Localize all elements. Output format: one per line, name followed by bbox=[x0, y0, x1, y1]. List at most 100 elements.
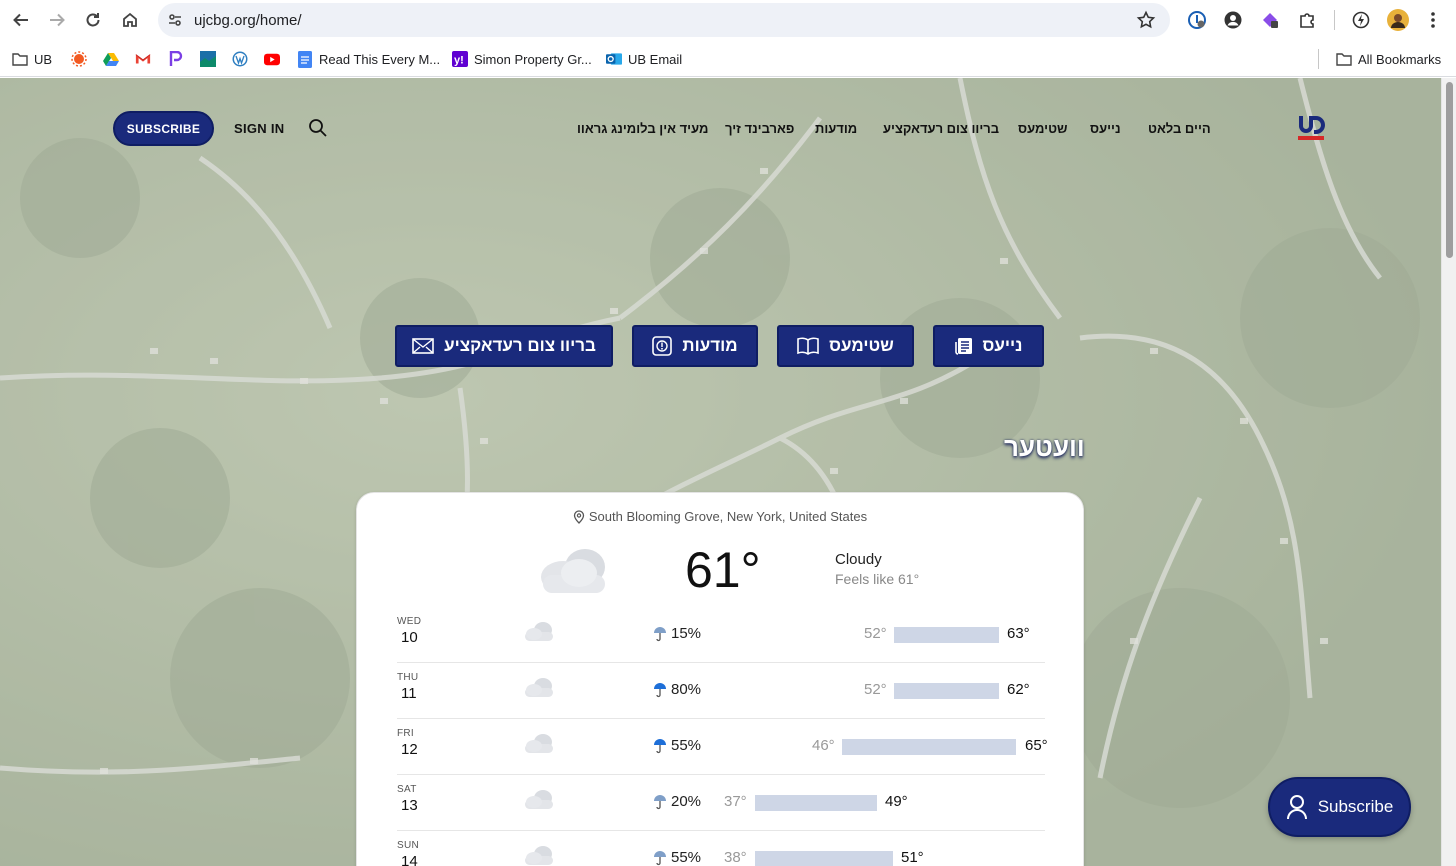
reload-icon bbox=[86, 13, 100, 27]
site-logo[interactable] bbox=[1296, 112, 1326, 142]
cloud-icon bbox=[525, 622, 553, 641]
news-button[interactable]: נייעס bbox=[933, 325, 1044, 367]
bookmark-ub-email[interactable]: UB Email bbox=[606, 50, 682, 68]
cta-label: שטימעס bbox=[829, 336, 894, 355]
nav-item-contact[interactable]: פארבינד זיך bbox=[725, 121, 794, 136]
bookmark-ub-folder[interactable]: UB bbox=[12, 50, 52, 68]
letter-to-editor-button[interactable]: בריוו צום רעדאקציע bbox=[395, 325, 613, 367]
current-temperature: 61° bbox=[685, 542, 761, 598]
temperature-range-bar bbox=[894, 683, 999, 699]
search-icon[interactable] bbox=[308, 118, 328, 143]
subscribe-button[interactable]: SUBSCRIBE bbox=[113, 111, 214, 146]
bookmark-youtube[interactable] bbox=[264, 50, 280, 68]
bookmark-label: UB Email bbox=[628, 51, 683, 67]
low-temperature: 52° bbox=[864, 681, 887, 698]
forecast-row: SUN 14 55% 38° 51° bbox=[397, 831, 1045, 866]
address-bar[interactable]: ujcbg.org/home/ bbox=[158, 3, 1170, 37]
ads-button[interactable]: מודעות bbox=[632, 325, 758, 367]
forecast-row: WED 10 15% 52° 63° bbox=[397, 607, 1045, 663]
arrow-right-icon bbox=[50, 13, 65, 27]
svg-text:y!: y! bbox=[454, 55, 464, 67]
temperature-range-bar bbox=[842, 739, 1016, 755]
back-button[interactable] bbox=[8, 7, 34, 33]
arrow-left-icon bbox=[13, 13, 28, 27]
precipitation-chance: 55% bbox=[671, 849, 702, 866]
bookmark-read-this[interactable]: Read This Every M... bbox=[297, 50, 440, 68]
cloud-icon bbox=[525, 790, 553, 809]
sun-app-icon bbox=[71, 51, 87, 67]
forecast-day-number: 14 bbox=[401, 853, 418, 866]
cta-label: נייעס bbox=[982, 336, 1023, 355]
scrollbar-thumb[interactable] bbox=[1446, 82, 1453, 258]
profile-avatar[interactable] bbox=[1386, 8, 1410, 32]
gmail-icon bbox=[135, 51, 151, 67]
weather-heading: וועטער bbox=[1004, 432, 1085, 462]
forward-button[interactable] bbox=[44, 7, 70, 33]
temperature-range-bar bbox=[894, 627, 999, 643]
newspaper-icon bbox=[954, 338, 972, 355]
bookmark-p-app[interactable] bbox=[168, 50, 184, 68]
open-book-icon bbox=[797, 337, 819, 355]
url-text[interactable]: ujcbg.org/home/ bbox=[194, 12, 302, 29]
sign-in-link[interactable]: SIGN IN bbox=[234, 121, 285, 136]
outlook-icon bbox=[606, 51, 622, 67]
forecast-row: THU 11 80% 52° 62° bbox=[397, 663, 1045, 719]
floating-subscribe-button[interactable]: Subscribe bbox=[1268, 777, 1411, 837]
reload-button[interactable] bbox=[80, 7, 106, 33]
bookmark-sun-app[interactable] bbox=[71, 50, 87, 68]
page-scrollbar[interactable] bbox=[1441, 78, 1456, 866]
bookmark-simon-property[interactable]: y! Simon Property Gr... bbox=[452, 50, 592, 68]
cloud-icon bbox=[525, 846, 553, 865]
nav-item-news[interactable]: נייעס bbox=[1090, 121, 1121, 136]
nav-item-voices[interactable]: שטימעס bbox=[1018, 121, 1068, 136]
bookmarks-bar: UB Read This Every M... y! Simon Propert… bbox=[0, 40, 1456, 77]
google-drive-icon bbox=[103, 51, 119, 67]
bookmark-landscape-app[interactable] bbox=[200, 50, 216, 68]
umbrella-icon bbox=[654, 627, 666, 642]
youtube-icon bbox=[264, 51, 280, 67]
nav-item-letter[interactable]: בריוו צום רעדאקציע bbox=[883, 121, 999, 136]
nav-item-home[interactable]: היים בלאט bbox=[1148, 121, 1211, 136]
bookmarks-separator bbox=[1318, 49, 1319, 69]
extension-purple-icon[interactable] bbox=[1258, 8, 1282, 32]
extensions-puzzle-icon[interactable] bbox=[1295, 8, 1319, 32]
nav-item-ads[interactable]: מודעות bbox=[815, 121, 857, 136]
all-bookmarks-button[interactable]: All Bookmarks bbox=[1336, 50, 1441, 68]
extension-avatar-icon[interactable] bbox=[1221, 8, 1245, 32]
forecast-day-of-week: FRI bbox=[397, 728, 415, 739]
page-viewport: SUBSCRIBE SIGN IN מעיד אין בלומינג גראוו… bbox=[0, 78, 1441, 866]
site-settings-icon[interactable] bbox=[166, 11, 184, 34]
low-temperature: 37° bbox=[724, 793, 747, 810]
bookmark-google-drive[interactable] bbox=[103, 50, 119, 68]
location-text: South Blooming Grove, New York, United S… bbox=[588, 509, 868, 524]
voices-button[interactable]: שטימעס bbox=[777, 325, 914, 367]
weather-location: South Blooming Grove, New York, United S… bbox=[357, 509, 1083, 524]
home-icon bbox=[123, 12, 137, 27]
precipitation-chance: 55% bbox=[671, 737, 702, 754]
bookmark-star-icon[interactable] bbox=[1136, 10, 1156, 35]
toolbar-separator bbox=[1334, 10, 1335, 30]
bookmark-label: Simon Property Gr... bbox=[474, 51, 592, 67]
high-temperature: 49° bbox=[885, 793, 908, 810]
forecast-day-of-week: THU bbox=[397, 672, 419, 683]
browser-toolbar: ujcbg.org/home/ bbox=[0, 0, 1456, 40]
precipitation-chance: 15% bbox=[671, 625, 702, 642]
all-bookmarks-label: All Bookmarks bbox=[1358, 51, 1442, 67]
p-app-icon bbox=[168, 51, 184, 67]
bookmark-gmail[interactable] bbox=[135, 50, 151, 68]
weather-widget: South Blooming Grove, New York, United S… bbox=[356, 492, 1084, 866]
browser-menu-icon[interactable] bbox=[1421, 8, 1445, 32]
high-temperature: 62° bbox=[1007, 681, 1030, 698]
forecast-day-of-week: SAT bbox=[397, 784, 417, 795]
home-button[interactable] bbox=[117, 7, 143, 33]
condition-text: Cloudy bbox=[835, 551, 882, 568]
performance-icon[interactable] bbox=[1349, 8, 1373, 32]
cta-label: מודעות bbox=[682, 336, 738, 355]
feels-like-text: Feels like 61° bbox=[835, 571, 920, 587]
docs-icon bbox=[297, 50, 313, 68]
forecast-row: FRI 12 55% 46° 65° bbox=[397, 719, 1048, 775]
landscape-app-icon bbox=[200, 51, 216, 67]
password-manager-icon[interactable] bbox=[1185, 8, 1209, 32]
nav-item-location[interactable]: מעיד אין בלומינג גראוו bbox=[577, 121, 708, 136]
bookmark-wordpress[interactable] bbox=[232, 50, 248, 68]
